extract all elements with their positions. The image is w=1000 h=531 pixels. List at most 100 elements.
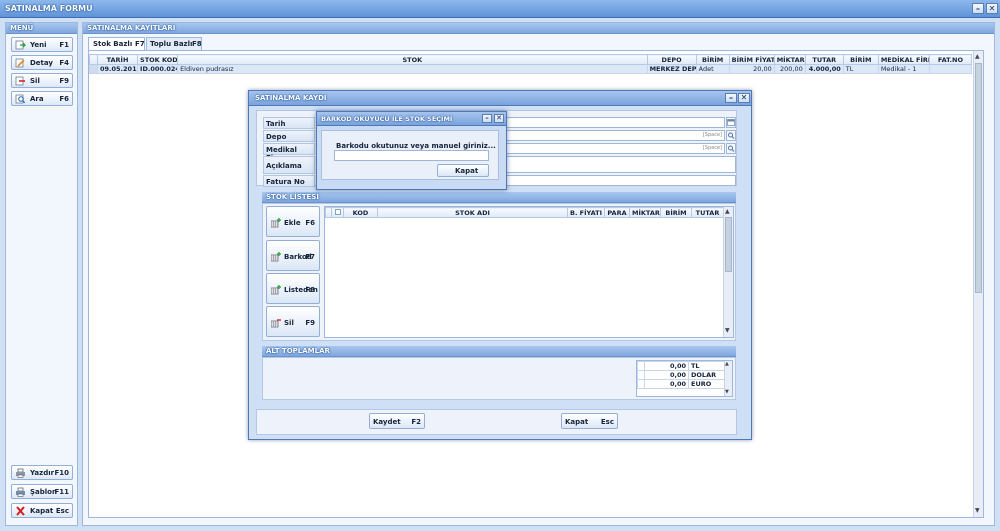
template-button[interactable]: Şablon F11	[11, 484, 73, 499]
new-button[interactable]: Yeni F1	[11, 37, 73, 52]
depot-label: Depo	[263, 130, 315, 142]
stock-scrollbar[interactable]: ▲ ▼	[723, 207, 733, 337]
search-button[interactable]: Ara F6	[11, 91, 73, 106]
column-header[interactable]: BİRİM	[695, 54, 730, 65]
delete-button[interactable]: Sil F9	[11, 73, 73, 88]
new-key: F1	[59, 41, 69, 49]
stock-column-header[interactable]: B. FİYATI	[567, 207, 605, 218]
menu-header: MENÜ	[6, 23, 77, 34]
tab-bulk-based[interactable]: Toplu Bazlı F8	[146, 37, 202, 50]
stock-column-header[interactable]: BİRİM	[660, 207, 692, 218]
table-row[interactable]: 09.05.2015 ID.000.024 Eldiven pudrasız M…	[89, 64, 973, 74]
stock-column-header[interactable]: STOK ADI	[377, 207, 568, 218]
barcode-button[interactable]: Barkod F7	[266, 240, 320, 271]
records-scrollbar[interactable]: ▲ ▼	[973, 51, 983, 517]
close-window-button[interactable]: ✕	[986, 3, 998, 14]
records-header: SATINALMA KAYITLARI	[83, 23, 994, 34]
column-header[interactable]: FAT.NO	[928, 54, 973, 65]
tab-stock-based[interactable]: Stok Bazlı F7	[88, 37, 145, 50]
stock-table: KOD STOK ADI B. FİYATI PARA MİKTAR BİRİM…	[325, 207, 724, 218]
depot-search-icon[interactable]	[726, 130, 736, 141]
column-header[interactable]: TARİH	[96, 54, 139, 65]
minimize-button[interactable]: –	[972, 3, 984, 14]
remove-stock-button[interactable]: Sil F9	[266, 306, 320, 337]
table-cell: Adet	[695, 64, 730, 74]
add-grid-icon	[271, 218, 281, 228]
column-header[interactable]: STOK KODU	[137, 54, 179, 65]
description-field[interactable]	[505, 156, 736, 173]
save-button[interactable]: Kaydet F2	[369, 413, 425, 429]
records-table: TARİH STOK KODU STOK DEPO BİRİM BİRİM Fİ…	[89, 54, 973, 74]
column-header[interactable]: MİKTAR	[773, 54, 806, 65]
add-stock-key: F6	[305, 219, 315, 227]
dialog-footer	[256, 409, 737, 435]
subtotals-scroll-up-icon[interactable]: ▲	[725, 361, 729, 367]
column-header[interactable]: BİRİM FİYAT	[728, 54, 775, 65]
dialog-close-key: Esc	[600, 418, 614, 426]
table-cell: 200,00	[773, 64, 806, 74]
stock-column-header[interactable]: PARA	[604, 207, 630, 218]
stock-column-header[interactable]: TUTAR	[691, 207, 724, 218]
barcode-title: BARKOD OKUYUCU İLE STOK SEÇİMİ	[321, 115, 453, 123]
print-label: Yazdır	[30, 469, 55, 477]
dialog-minimize-button[interactable]: –	[725, 93, 737, 103]
subtotal-row: 0,00 TL	[637, 361, 725, 371]
table-cell: Medikal - 1	[877, 64, 930, 74]
from-list-key: F8	[305, 286, 315, 294]
stock-scroll-down-icon[interactable]: ▼	[725, 327, 730, 334]
depot-field[interactable]: [Space]	[505, 130, 725, 141]
stock-scroll-thumb[interactable]	[725, 217, 732, 272]
description-label: Açıklama	[263, 156, 315, 174]
close-button[interactable]: Kapat Esc	[11, 503, 73, 518]
stock-header-row: KOD STOK ADI B. FİYATI PARA MİKTAR BİRİM…	[325, 207, 724, 218]
subtotals-grid: 0,00 TL 0,00 DOLAR 0,00 EURO ▲ ▼	[636, 360, 733, 397]
date-label: Tarih	[263, 117, 315, 129]
barcode-minimize-button[interactable]: –	[482, 114, 492, 123]
scroll-thumb[interactable]	[975, 63, 982, 293]
barcode-input[interactable]	[334, 150, 489, 161]
select-all-checkbox[interactable]	[331, 207, 344, 218]
calendar-icon[interactable]	[726, 117, 736, 128]
remove-grid-icon	[271, 319, 281, 328]
column-header[interactable]: TUTAR	[804, 54, 844, 65]
dialog-close-text-button[interactable]: Kapat Esc	[561, 413, 618, 429]
barcode-close-label: Kapat	[455, 167, 479, 175]
new-document-icon	[15, 40, 26, 50]
subtotal-value: 0,00	[644, 379, 689, 389]
delete-label: Sil	[30, 77, 40, 85]
dialog-close-button[interactable]: ✕	[738, 93, 750, 103]
column-header[interactable]: MEDİKAL FİRMA	[877, 54, 930, 65]
print-button[interactable]: Yazdır F10	[11, 465, 73, 480]
column-header[interactable]: DEPO	[646, 54, 697, 65]
subtotals-scrollbar[interactable]: ▲ ▼	[724, 361, 732, 396]
scroll-down-icon[interactable]: ▼	[975, 507, 982, 515]
date-field[interactable]	[505, 117, 725, 128]
detail-label: Detay	[30, 59, 53, 67]
invoice-no-label: Fatura No	[263, 175, 315, 187]
dialog-close-label: Kapat	[565, 418, 589, 426]
table-cell: ID.000.024	[137, 64, 179, 74]
barcode-prompt: Barkodu okutunuz veya manuel giriniz...	[336, 142, 496, 150]
firm-search-icon[interactable]	[726, 143, 736, 154]
row-indicator	[637, 361, 645, 371]
column-header[interactable]: STOK	[177, 54, 648, 65]
depot-space-hint: [Space]	[702, 132, 722, 138]
stock-scroll-up-icon[interactable]: ▲	[725, 208, 730, 215]
stock-column-header[interactable]: KOD	[343, 207, 378, 218]
scroll-up-icon[interactable]: ▲	[975, 53, 982, 61]
row-indicator	[637, 379, 645, 389]
stock-grid: KOD STOK ADI B. FİYATI PARA MİKTAR BİRİM…	[324, 206, 734, 338]
detail-button[interactable]: Detay F4	[11, 55, 73, 70]
subtotal-value: 0,00	[644, 361, 689, 371]
barcode-close-icon[interactable]: ✕	[494, 114, 504, 123]
stock-list-header: STOK LİSTESİ	[262, 192, 736, 203]
add-stock-button[interactable]: Ekle F6	[266, 206, 320, 237]
barcode-close-button[interactable]: Kapat	[437, 164, 489, 177]
stock-column-header[interactable]: MİKTAR	[629, 207, 661, 218]
medical-firm-field[interactable]: [Space]	[505, 143, 725, 154]
column-header[interactable]: BİRİM	[842, 54, 879, 65]
invoice-no-field[interactable]	[505, 175, 736, 186]
from-list-button[interactable]: Listeden F8	[266, 273, 320, 304]
subtotals-scroll-down-icon[interactable]: ▼	[725, 389, 729, 395]
subtotals-header: ALT TOPLAMLAR	[262, 346, 736, 357]
